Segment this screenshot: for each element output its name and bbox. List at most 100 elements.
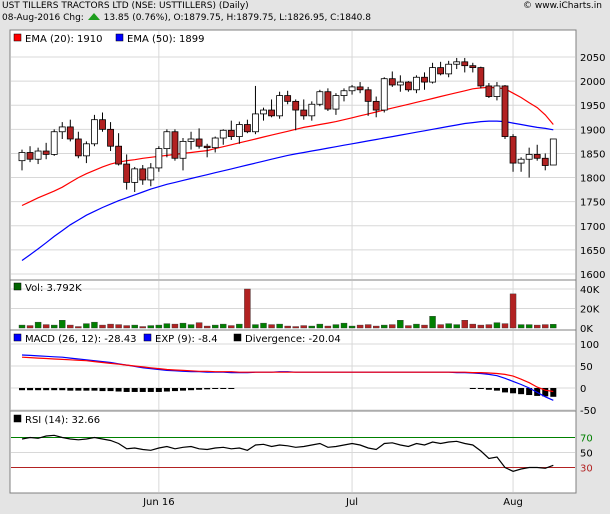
y-tick-label: 1600 [580, 270, 605, 281]
y-tick-label: 1850 [580, 149, 605, 160]
volume-bar [332, 324, 340, 329]
candle-up [517, 158, 525, 164]
y-tick-label: 1700 [580, 222, 605, 233]
candle-up [525, 154, 533, 160]
volume-bar [517, 324, 525, 329]
divergence-bar [196, 388, 203, 390]
candle-down [533, 154, 541, 159]
y-tick-label: -50 [580, 406, 596, 417]
candle-down [404, 81, 412, 91]
volume-bar [268, 324, 275, 329]
legend-label-ema50: EMA (50): 1899 [127, 34, 205, 45]
candle-up [396, 81, 404, 86]
volume-bar [534, 324, 541, 329]
volume-bar [316, 323, 324, 329]
candle-down [324, 91, 332, 110]
x-tick-label: Jun 16 [142, 497, 175, 508]
volume-bar [123, 325, 130, 329]
y-tick-label: 1900 [580, 125, 605, 136]
legend-swatch [233, 333, 242, 342]
candle-down [74, 138, 82, 157]
candle-up [413, 76, 420, 91]
volume-bar [252, 324, 259, 329]
volume-bar [260, 322, 267, 329]
volume-bar [461, 320, 468, 329]
volume-bar [525, 324, 533, 329]
divergence-bar [502, 388, 508, 393]
volume-bar [220, 323, 227, 329]
volume-bar [99, 324, 106, 329]
legend-label-exp: EXP (9): -8.4 [155, 334, 218, 345]
candle-up [429, 67, 436, 83]
candle-down [66, 126, 74, 140]
y-tick-label: 0K [580, 324, 593, 335]
volume-bar [445, 323, 452, 329]
volume-bar [437, 324, 444, 329]
volume-bar [429, 316, 436, 329]
volume-bar [18, 324, 26, 329]
volume-bar [179, 322, 187, 329]
candle-down [364, 89, 372, 102]
y-tick-label: 2050 [580, 53, 605, 64]
divergence-bar [35, 388, 42, 391]
candle-down [501, 85, 509, 137]
volume-bar [67, 324, 74, 329]
candle-up [58, 126, 66, 133]
volume-bar [163, 323, 171, 329]
candle-down [268, 109, 275, 117]
volume-bar [381, 324, 388, 329]
volume-bar [292, 326, 299, 329]
legend-label-divergence: Divergence: -20.04 [245, 334, 341, 345]
volume-bar [509, 293, 517, 329]
legend-label-ema20: EMA (20): 1910 [25, 34, 103, 45]
legend-swatch [143, 333, 152, 342]
y-tick-label: 50 [580, 449, 593, 460]
divergence-bar [43, 388, 50, 391]
candle-up [18, 152, 26, 162]
volume-bar [26, 325, 34, 329]
divergence-bar [220, 388, 227, 389]
candle-down [437, 67, 445, 75]
volume-bar [51, 324, 58, 329]
volume-bar [550, 324, 557, 329]
candle-up [252, 113, 259, 133]
candle-down [171, 131, 179, 159]
volume-bar [324, 325, 332, 329]
candle-up [340, 90, 348, 96]
candle-up [276, 95, 284, 117]
divergence-bar [510, 388, 517, 394]
candle-up [308, 103, 316, 117]
divergence-bar [27, 388, 34, 391]
volume-bar [91, 321, 98, 329]
candle-down [123, 163, 131, 183]
candle-down [388, 78, 396, 86]
divergence-bar [212, 388, 219, 389]
candle-down [300, 109, 308, 117]
candle-down [469, 65, 477, 69]
divergence-bar [188, 388, 195, 391]
divergence-bar [139, 388, 146, 392]
candle-up [155, 148, 163, 169]
volume-bar [453, 324, 460, 329]
volume-bar [107, 323, 114, 329]
candle-down [284, 95, 292, 102]
volume-bar [244, 288, 251, 329]
divergence-bar [477, 388, 484, 389]
volume-bar [236, 323, 243, 329]
volume-bar [469, 323, 476, 329]
candle-down [115, 145, 122, 165]
divergence-bar [518, 388, 525, 395]
divergence-bar [228, 388, 235, 389]
volume-bar [115, 324, 122, 329]
candle-down [509, 136, 517, 164]
candle-up [332, 95, 340, 110]
volume-bar [59, 320, 66, 329]
candle-up [445, 63, 453, 75]
volume-bar [373, 325, 380, 329]
volume-bar [493, 322, 501, 329]
candle-down [42, 150, 50, 155]
divergence-bar [83, 388, 90, 391]
candle-up [219, 129, 227, 139]
volume-bar [276, 323, 283, 329]
volume-bar [397, 320, 404, 329]
